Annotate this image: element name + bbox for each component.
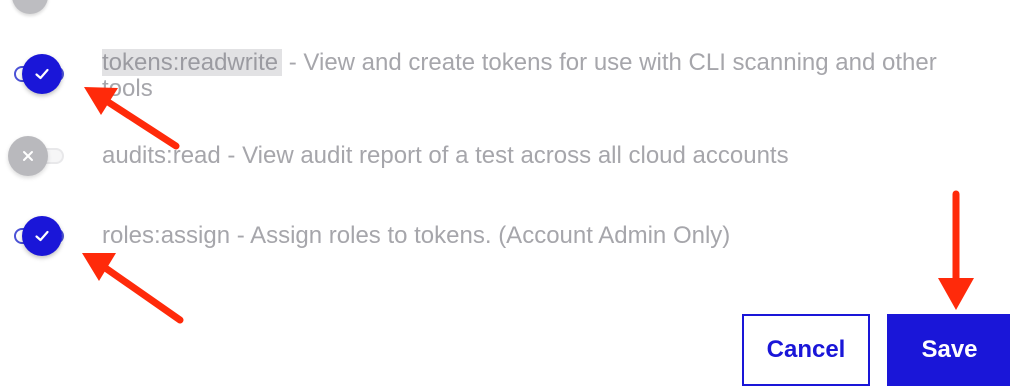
permission-row-audits-read: audits:read - View audit report of a tes…	[0, 136, 1010, 180]
top-partial-toggle-knob[interactable]	[12, 0, 48, 14]
permission-description: - Assign roles to tokens. (Account Admin…	[230, 222, 731, 249]
save-button[interactable]: Save	[887, 314, 1010, 386]
toggle-tokens-readwrite[interactable]	[0, 54, 66, 94]
arrow-annotation-toggle-3	[82, 253, 184, 324]
permission-row-tokens-readwrite: tokens:readwrite - View and create token…	[0, 49, 1010, 110]
permission-label: roles:assign - Assign roles to tokens. (…	[102, 223, 982, 249]
toggle-roles-assign[interactable]	[0, 216, 66, 256]
permission-label: tokens:readwrite - View and create token…	[102, 49, 962, 102]
permission-scope: tokens:readwrite	[102, 49, 283, 76]
permission-scope: audits:read	[102, 142, 221, 169]
checkmark-icon	[35, 68, 49, 80]
cancel-button[interactable]: Cancel	[742, 314, 870, 386]
permission-label: audits:read - View audit report of a tes…	[102, 143, 982, 169]
checkmark-icon	[35, 230, 49, 242]
toggle-knob	[22, 54, 62, 94]
permission-description: - View audit report of a test across all…	[220, 142, 789, 169]
permission-scope: roles:assign	[102, 222, 231, 249]
x-icon	[23, 151, 33, 161]
permission-row-roles-assign: roles:assign - Assign roles to tokens. (…	[0, 216, 1010, 260]
toggle-audits-read[interactable]	[0, 136, 66, 176]
toggle-knob	[22, 216, 62, 256]
toggle-knob	[8, 136, 48, 176]
